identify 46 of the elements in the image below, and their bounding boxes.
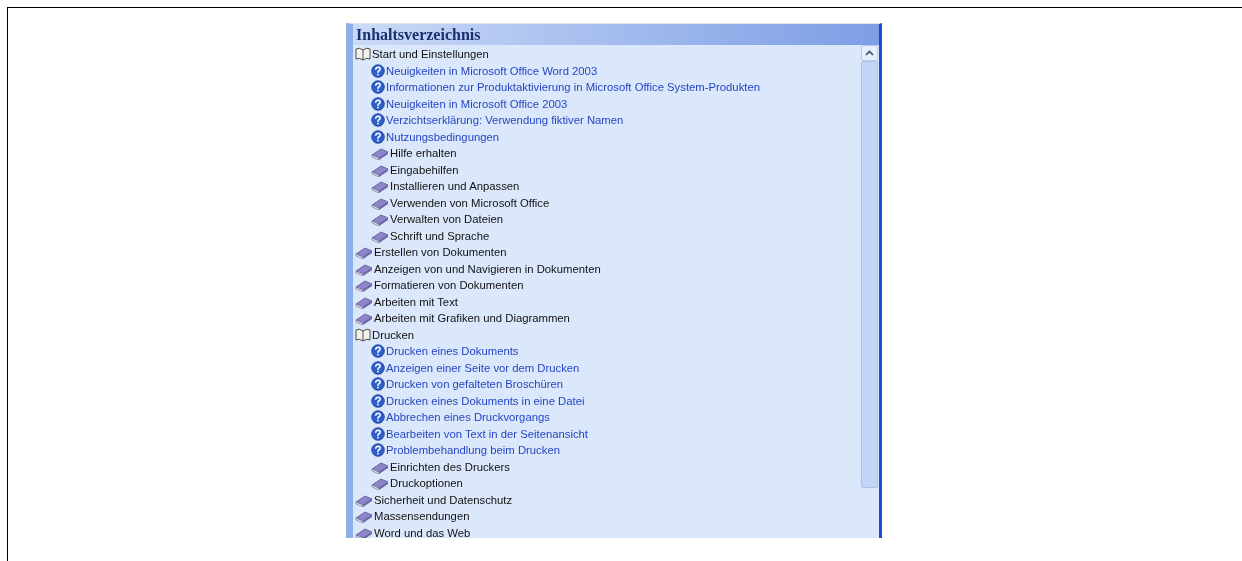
book-item[interactable]: Eingabehilfen	[390, 163, 459, 176]
help-topic-link[interactable]: Nutzungsbedingungen	[386, 130, 500, 143]
help-icon	[371, 80, 385, 95]
book-item[interactable]: Formatieren von Dokumenten	[374, 279, 524, 292]
book-item[interactable]: Word und das Web	[374, 526, 471, 538]
book-item[interactable]: Arbeiten mit Text	[374, 295, 458, 308]
book-item[interactable]: Sicherheit und Datenschutz	[374, 493, 513, 506]
help-icon	[371, 96, 385, 111]
help-icon	[371, 129, 385, 144]
book-item[interactable]: Druckoptionen	[390, 477, 463, 490]
book-item[interactable]: Installieren und Anpassen	[390, 180, 520, 193]
book-item[interactable]: Erstellen von Dokumenten	[374, 246, 507, 259]
scrollbar-thumb[interactable]	[861, 61, 878, 488]
help-topic-link[interactable]: Drucken eines Dokuments	[386, 345, 519, 358]
help-topic-link[interactable]: Drucken eines Dokuments in eine Datei	[386, 394, 585, 407]
book-item[interactable]: Arbeiten mit Grafiken und Diagrammen	[374, 312, 570, 325]
help-icon	[371, 360, 385, 375]
scroll-up-button[interactable]	[861, 45, 878, 61]
book-item[interactable]: Anzeigen von und Navigieren in Dokumenten	[374, 262, 601, 275]
help-topic-link[interactable]: Verzichtserklärung: Verwendung fiktiver Namen	[386, 114, 624, 127]
help-topic-link[interactable]: Anzeigen einer Seite vor dem Drucken	[386, 361, 580, 374]
book-item[interactable]: Verwenden von Microsoft Office	[390, 196, 550, 209]
panel-title: Inhaltsverzeichnis	[353, 24, 879, 45]
book-item[interactable]: Hilfe erhalten	[390, 147, 457, 160]
help-topic-link[interactable]: Problembehandlung beim Drucken	[386, 444, 560, 457]
caret-up-icon	[865, 50, 874, 56]
book-item[interactable]: Massensendungen	[374, 510, 470, 523]
book-item[interactable]: Verwalten von Dateien	[390, 213, 504, 226]
help-icon	[371, 410, 385, 425]
book-item[interactable]: Start und Einstellungen	[372, 48, 489, 61]
help-icon	[371, 344, 385, 359]
help-icon	[371, 113, 385, 128]
help-topic-link[interactable]: Informationen zur Produktaktivierung in Microsoft Office System-Produkten	[386, 81, 760, 94]
help-topic-link[interactable]: Bearbeiten von Text in der Seitenansicht	[386, 427, 588, 440]
book-item[interactable]: Drucken	[372, 328, 415, 341]
book-item[interactable]: Einrichten des Druckers	[390, 460, 510, 473]
help-icon	[371, 63, 385, 78]
help-icon	[371, 426, 385, 441]
help-topic-link[interactable]: Drucken von gefalteten Broschüren	[386, 378, 564, 391]
help-topic-link[interactable]: Neuigkeiten in Microsoft Office Word 2003	[386, 64, 598, 77]
help-icon	[371, 377, 385, 392]
help-topic-link[interactable]: Abbrechen eines Druckvorgangs	[386, 411, 550, 424]
help-icon	[371, 443, 385, 458]
book-item[interactable]: Schrift und Sprache	[390, 229, 490, 242]
help-icon	[371, 393, 385, 408]
help-topic-link[interactable]: Neuigkeiten in Microsoft Office 2003	[386, 97, 568, 110]
